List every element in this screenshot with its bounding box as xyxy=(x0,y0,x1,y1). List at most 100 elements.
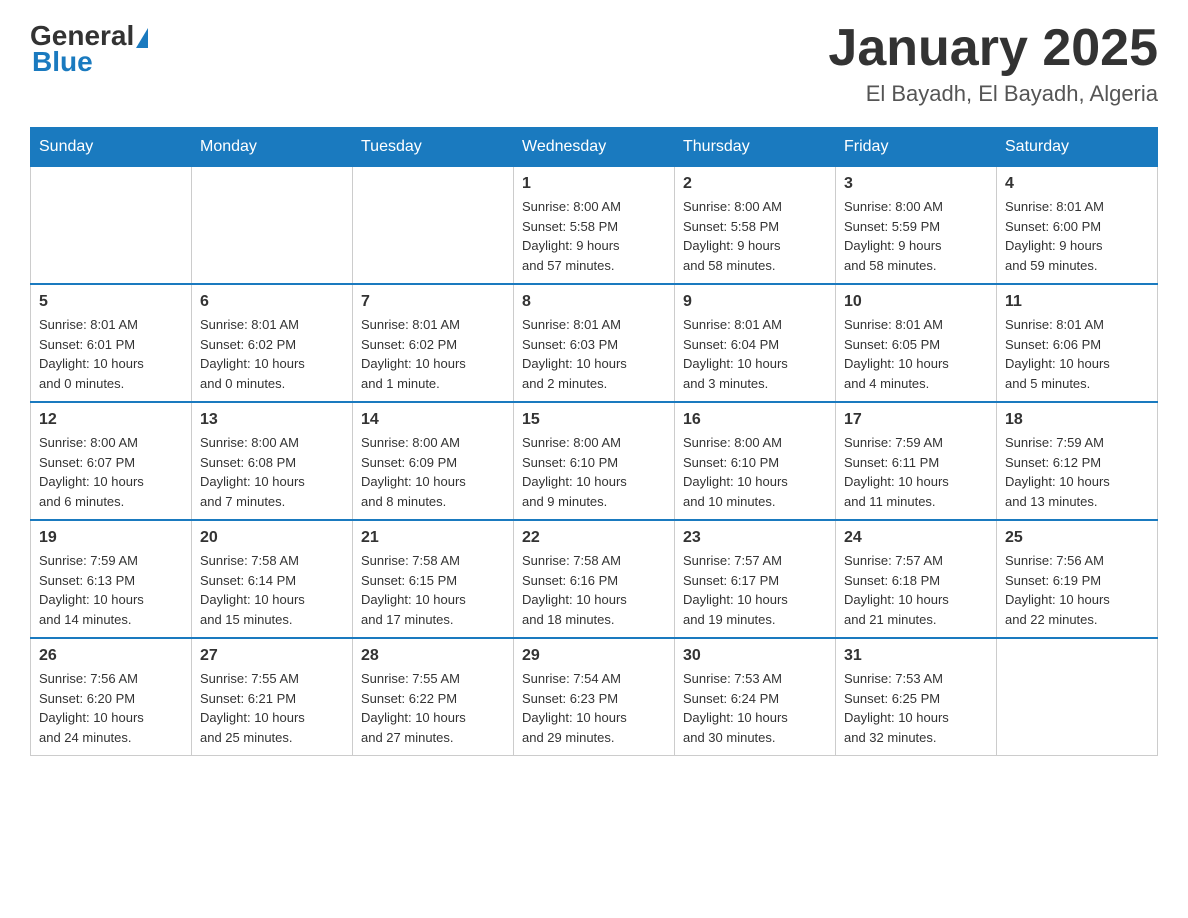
calendar-cell: 22 Sunrise: 7:58 AMSunset: 6:16 PMDayligh… xyxy=(514,520,675,638)
day-info: Sunrise: 7:58 AMSunset: 6:15 PMDaylight:… xyxy=(361,551,505,629)
day-number: 15 xyxy=(522,411,666,429)
calendar-week-row: 26 Sunrise: 7:56 AMSunset: 6:20 PMDayligh… xyxy=(31,638,1158,756)
day-number: 14 xyxy=(361,411,505,429)
day-number: 5 xyxy=(39,293,183,311)
calendar-cell: 31Sunrise: 7:53 AMSunset: 6:25 PMDayligh… xyxy=(836,638,997,756)
calendar-cell: 23Sunrise: 7:57 AMSunset: 6:17 PMDayligh… xyxy=(675,520,836,638)
day-number: 4 xyxy=(1005,175,1149,193)
calendar-cell: 18 Sunrise: 7:59 AMSunset: 6:12 PMDayligh… xyxy=(997,402,1158,520)
calendar-cell: 13 Sunrise: 8:00 AMSunset: 6:08 PMDayligh… xyxy=(192,402,353,520)
calendar-cell: 17 Sunrise: 7:59 AMSunset: 6:11 PMDayligh… xyxy=(836,402,997,520)
calendar-cell: 15 Sunrise: 8:00 AMSunset: 6:10 PMDayligh… xyxy=(514,402,675,520)
title-block: January 2025 El Bayadh, El Bayadh, Alger… xyxy=(828,20,1158,107)
day-number: 1 xyxy=(522,175,666,193)
calendar-cell xyxy=(31,167,192,285)
day-info: Sunrise: 7:54 AMSunset: 6:23 PMDaylight:… xyxy=(522,669,666,747)
day-number: 11 xyxy=(1005,293,1149,311)
day-info: Sunrise: 7:56 AMSunset: 6:20 PMDaylight:… xyxy=(39,669,183,747)
day-number: 28 xyxy=(361,647,505,665)
day-number: 19 xyxy=(39,529,183,547)
calendar-cell: 28 Sunrise: 7:55 AMSunset: 6:22 PMDayligh… xyxy=(353,638,514,756)
header-saturday: Saturday xyxy=(997,128,1158,167)
calendar-cell: 8Sunrise: 8:01 AMSunset: 6:03 PMDaylight… xyxy=(514,284,675,402)
day-info: Sunrise: 7:59 AMSunset: 6:13 PMDaylight:… xyxy=(39,551,183,629)
calendar-cell: 2 Sunrise: 8:00 AMSunset: 5:58 PMDaylight… xyxy=(675,167,836,285)
day-info: Sunrise: 8:00 AMSunset: 5:58 PMDaylight:… xyxy=(522,197,666,275)
day-info: Sunrise: 8:01 AMSunset: 6:01 PMDaylight:… xyxy=(39,315,183,393)
day-number: 17 xyxy=(844,411,988,429)
day-info: Sunrise: 7:53 AMSunset: 6:25 PMDaylight:… xyxy=(844,669,988,747)
day-number: 6 xyxy=(200,293,344,311)
calendar-cell: 4 Sunrise: 8:01 AMSunset: 6:00 PMDaylight… xyxy=(997,167,1158,285)
calendar-table: Sunday Monday Tuesday Wednesday Thursday… xyxy=(30,127,1158,756)
page-header: General Blue January 2025 El Bayadh, El … xyxy=(30,20,1158,107)
day-info: Sunrise: 7:57 AMSunset: 6:18 PMDaylight:… xyxy=(844,551,988,629)
day-info: Sunrise: 7:53 AMSunset: 6:24 PMDaylight:… xyxy=(683,669,827,747)
day-number: 26 xyxy=(39,647,183,665)
day-info: Sunrise: 8:01 AMSunset: 6:02 PMDaylight:… xyxy=(361,315,505,393)
day-number: 10 xyxy=(844,293,988,311)
day-number: 22 xyxy=(522,529,666,547)
calendar-cell: 25Sunrise: 7:56 AMSunset: 6:19 PMDayligh… xyxy=(997,520,1158,638)
logo: General Blue xyxy=(30,20,148,78)
day-info: Sunrise: 8:01 AMSunset: 6:02 PMDaylight:… xyxy=(200,315,344,393)
calendar-cell: 24Sunrise: 7:57 AMSunset: 6:18 PMDayligh… xyxy=(836,520,997,638)
calendar-cell: 12Sunrise: 8:00 AMSunset: 6:07 PMDayligh… xyxy=(31,402,192,520)
calendar-cell: 3 Sunrise: 8:00 AMSunset: 5:59 PMDaylight… xyxy=(836,167,997,285)
day-number: 16 xyxy=(683,411,827,429)
day-info: Sunrise: 8:00 AMSunset: 5:59 PMDaylight:… xyxy=(844,197,988,275)
page-title: January 2025 xyxy=(828,20,1158,77)
logo-blue-text: Blue xyxy=(32,46,93,78)
day-info: Sunrise: 8:01 AMSunset: 6:05 PMDaylight:… xyxy=(844,315,988,393)
day-info: Sunrise: 8:00 AMSunset: 6:09 PMDaylight:… xyxy=(361,433,505,511)
calendar-week-row: 5 Sunrise: 8:01 AMSunset: 6:01 PMDaylight… xyxy=(31,284,1158,402)
day-number: 3 xyxy=(844,175,988,193)
day-info: Sunrise: 7:58 AMSunset: 6:16 PMDaylight:… xyxy=(522,551,666,629)
day-info: Sunrise: 7:59 AMSunset: 6:12 PMDaylight:… xyxy=(1005,433,1149,511)
calendar-week-row: 19 Sunrise: 7:59 AMSunset: 6:13 PMDayligh… xyxy=(31,520,1158,638)
day-number: 13 xyxy=(200,411,344,429)
day-info: Sunrise: 8:00 AMSunset: 6:10 PMDaylight:… xyxy=(683,433,827,511)
calendar-cell: 19 Sunrise: 7:59 AMSunset: 6:13 PMDayligh… xyxy=(31,520,192,638)
day-number: 21 xyxy=(361,529,505,547)
calendar-cell: 16 Sunrise: 8:00 AMSunset: 6:10 PMDayligh… xyxy=(675,402,836,520)
day-info: Sunrise: 8:00 AMSunset: 6:10 PMDaylight:… xyxy=(522,433,666,511)
calendar-cell xyxy=(997,638,1158,756)
calendar-cell: 5 Sunrise: 8:01 AMSunset: 6:01 PMDaylight… xyxy=(31,284,192,402)
calendar-cell: 7 Sunrise: 8:01 AMSunset: 6:02 PMDaylight… xyxy=(353,284,514,402)
day-number: 2 xyxy=(683,175,827,193)
calendar-header: Sunday Monday Tuesday Wednesday Thursday… xyxy=(31,128,1158,167)
header-tuesday: Tuesday xyxy=(353,128,514,167)
calendar-cell xyxy=(353,167,514,285)
calendar-cell: 27Sunrise: 7:55 AMSunset: 6:21 PMDayligh… xyxy=(192,638,353,756)
calendar-cell: 1 Sunrise: 8:00 AMSunset: 5:58 PMDaylight… xyxy=(514,167,675,285)
day-info: Sunrise: 7:55 AMSunset: 6:22 PMDaylight:… xyxy=(361,669,505,747)
day-number: 29 xyxy=(522,647,666,665)
day-number: 30 xyxy=(683,647,827,665)
day-number: 18 xyxy=(1005,411,1149,429)
day-info: Sunrise: 8:01 AMSunset: 6:00 PMDaylight:… xyxy=(1005,197,1149,275)
calendar-cell xyxy=(192,167,353,285)
day-number: 7 xyxy=(361,293,505,311)
day-number: 23 xyxy=(683,529,827,547)
day-info: Sunrise: 8:01 AMSunset: 6:06 PMDaylight:… xyxy=(1005,315,1149,393)
day-number: 9 xyxy=(683,293,827,311)
days-of-week-row: Sunday Monday Tuesday Wednesday Thursday… xyxy=(31,128,1158,167)
calendar-week-row: 12Sunrise: 8:00 AMSunset: 6:07 PMDayligh… xyxy=(31,402,1158,520)
calendar-body: 1 Sunrise: 8:00 AMSunset: 5:58 PMDaylight… xyxy=(31,167,1158,756)
calendar-cell: 20Sunrise: 7:58 AMSunset: 6:14 PMDayligh… xyxy=(192,520,353,638)
day-info: Sunrise: 7:59 AMSunset: 6:11 PMDaylight:… xyxy=(844,433,988,511)
header-thursday: Thursday xyxy=(675,128,836,167)
day-number: 20 xyxy=(200,529,344,547)
calendar-cell: 9 Sunrise: 8:01 AMSunset: 6:04 PMDaylight… xyxy=(675,284,836,402)
calendar-cell: 11 Sunrise: 8:01 AMSunset: 6:06 PMDayligh… xyxy=(997,284,1158,402)
calendar-week-row: 1 Sunrise: 8:00 AMSunset: 5:58 PMDaylight… xyxy=(31,167,1158,285)
day-number: 25 xyxy=(1005,529,1149,547)
calendar-cell: 29 Sunrise: 7:54 AMSunset: 6:23 PMDayligh… xyxy=(514,638,675,756)
day-info: Sunrise: 8:01 AMSunset: 6:04 PMDaylight:… xyxy=(683,315,827,393)
calendar-cell: 6 Sunrise: 8:01 AMSunset: 6:02 PMDaylight… xyxy=(192,284,353,402)
logo-triangle-icon xyxy=(136,28,148,48)
header-monday: Monday xyxy=(192,128,353,167)
day-info: Sunrise: 8:00 AMSunset: 6:08 PMDaylight:… xyxy=(200,433,344,511)
day-info: Sunrise: 8:00 AMSunset: 5:58 PMDaylight:… xyxy=(683,197,827,275)
